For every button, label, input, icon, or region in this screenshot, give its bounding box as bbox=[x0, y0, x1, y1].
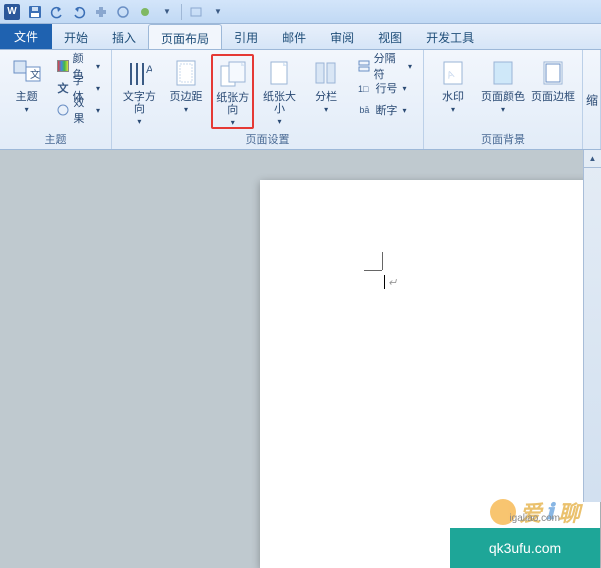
footer-strip: qk3ufu.com bbox=[450, 528, 600, 568]
save-button[interactable] bbox=[25, 2, 45, 22]
group-page-setup: A 文字方向 ▾ 页边距 ▾ 纸张方向 ▾ 纸张大小 ▾ 分栏 bbox=[112, 50, 424, 149]
margins-button[interactable]: 页边距 ▾ bbox=[165, 54, 208, 129]
group-theme: 文 主题 ▾ 颜色▾ 文字体▾ 效果▾ 主题 bbox=[0, 50, 112, 149]
group-truncated: 缩 bbox=[583, 50, 601, 149]
separator bbox=[181, 4, 182, 20]
document-page[interactable]: ↵ 爱 ℹ 聊 qk3ufu.com igaliao.com bbox=[260, 180, 600, 568]
page-borders-button[interactable]: 页面边框 bbox=[530, 54, 576, 129]
line-numbers-button[interactable]: 1□行号▾ bbox=[351, 78, 417, 98]
word-app-icon: W bbox=[4, 4, 20, 20]
tab-view[interactable]: 视图 bbox=[366, 24, 414, 49]
breaks-button[interactable]: 分隔符▾ bbox=[351, 56, 417, 76]
orientation-button[interactable]: 纸张方向 ▾ bbox=[211, 54, 254, 129]
group-page-background: A 水印 ▾ 页面颜色 ▾ 页面边框 页面背景 bbox=[424, 50, 583, 149]
text-direction-button[interactable]: A 文字方向 ▾ bbox=[118, 54, 161, 129]
document-workspace: ↵ 爱 ℹ 聊 qk3ufu.com igaliao.com ▲ bbox=[0, 150, 601, 542]
qat-button-3[interactable] bbox=[135, 2, 155, 22]
ribbon-tabs: 文件 开始 插入 页面布局 引用 邮件 审阅 视图 开发工具 bbox=[0, 24, 601, 50]
size-button[interactable]: 纸张大小 ▾ bbox=[258, 54, 301, 129]
themes-button[interactable]: 文 主题 ▾ bbox=[6, 54, 47, 129]
theme-effects-button[interactable]: 效果▾ bbox=[51, 100, 105, 120]
tab-file[interactable]: 文件 bbox=[0, 24, 52, 49]
undo-button[interactable] bbox=[47, 2, 67, 22]
paragraph-mark: ↵ bbox=[388, 276, 397, 289]
columns-button[interactable]: 分栏 ▾ bbox=[305, 54, 348, 129]
ribbon: 文 主题 ▾ 颜色▾ 文字体▾ 效果▾ 主题 A 文字方向 ▾ 页边距 ▾ bbox=[0, 50, 601, 150]
watermark-button[interactable]: A 水印 ▾ bbox=[430, 54, 476, 129]
svg-text:文: 文 bbox=[30, 68, 40, 81]
tab-references[interactable]: 引用 bbox=[222, 24, 270, 49]
qat-button-2[interactable] bbox=[113, 2, 133, 22]
svg-text:A: A bbox=[146, 64, 152, 76]
redo-button[interactable] bbox=[69, 2, 89, 22]
text-caret bbox=[384, 275, 385, 289]
footer-link: qk3ufu.com bbox=[489, 540, 561, 556]
page-color-button[interactable]: 页面颜色 ▾ bbox=[480, 54, 526, 129]
tab-review[interactable]: 审阅 bbox=[318, 24, 366, 49]
tab-page-layout[interactable]: 页面布局 bbox=[148, 24, 222, 49]
tab-home[interactable]: 开始 bbox=[52, 24, 100, 49]
tab-insert[interactable]: 插入 bbox=[100, 24, 148, 49]
qat-button-4[interactable] bbox=[186, 2, 206, 22]
qat-dropdown[interactable]: ▼ bbox=[157, 2, 177, 22]
qat-dropdown-2[interactable]: ▼ bbox=[208, 2, 228, 22]
vertical-scrollbar[interactable]: ▲ bbox=[583, 150, 601, 502]
title-bar: W ▼ ▼ bbox=[0, 0, 601, 24]
qat-button-1[interactable] bbox=[91, 2, 111, 22]
watermark-url: igaliao.com bbox=[509, 513, 560, 524]
truncated-label: 缩 bbox=[586, 91, 598, 108]
tab-developer[interactable]: 开发工具 bbox=[414, 24, 486, 49]
hyphenation-button[interactable]: bā断字▾ bbox=[351, 100, 417, 120]
tab-mailings[interactable]: 邮件 bbox=[270, 24, 318, 49]
svg-text:1□: 1□ bbox=[358, 84, 369, 94]
scroll-up-button[interactable]: ▲ bbox=[584, 150, 601, 168]
